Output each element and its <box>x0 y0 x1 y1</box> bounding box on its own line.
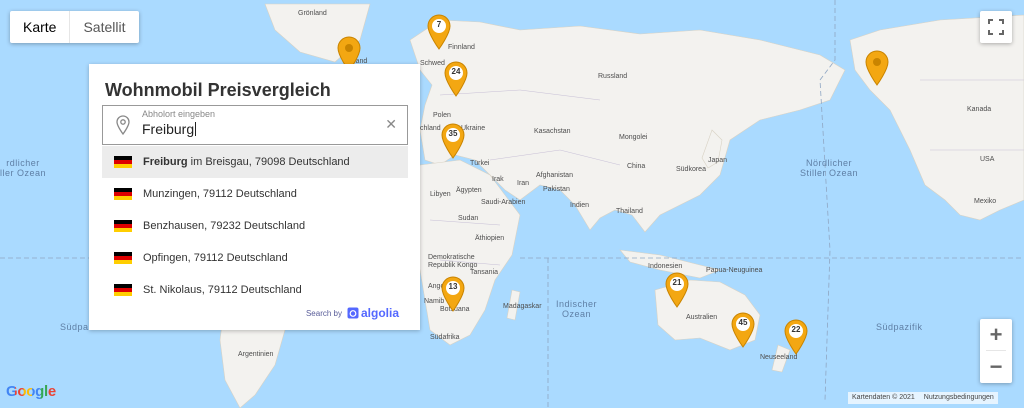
map-type-satellit-button[interactable]: Satellit <box>70 11 138 43</box>
marker-count: 45 <box>738 318 748 327</box>
ocean-label: Südpazifik <box>876 322 923 332</box>
map-label: Äthiopien <box>475 235 505 242</box>
map-label: Indonesien <box>648 263 683 270</box>
map-type-control: Karte Satellit <box>10 11 139 43</box>
suggestion-rest: im Breisgau, 79098 Deutschland <box>187 156 350 168</box>
search-by-label: Search by <box>305 308 342 318</box>
suggestion-text: St. Nikolaus, 79112 Deutschland <box>143 284 302 296</box>
map-label: Finnland <box>448 44 475 51</box>
suggestion-text: Freiburg im Breisgau, 79098 Deutschland <box>143 156 350 168</box>
algolia-brand: algolia <box>360 306 399 320</box>
fullscreen-icon <box>988 19 1004 35</box>
clear-search-icon[interactable]: ✕ <box>385 116 397 133</box>
map-label: Mexiko <box>974 198 997 205</box>
map-label: Kasachstan <box>534 128 571 135</box>
map-label: Pakistan <box>543 186 570 193</box>
map-label: Mongolei <box>619 134 648 141</box>
search-input-label: Abholort eingeben <box>142 109 216 119</box>
map-label: Thailand <box>616 208 643 215</box>
german-flag-icon <box>114 156 132 168</box>
map-marker[interactable]: 45 <box>730 312 756 348</box>
map-marker[interactable]: 35 <box>440 123 466 159</box>
map-label: Grönland <box>298 10 327 17</box>
panel-title: Wohnmobil Preisvergleich <box>105 80 331 100</box>
terms-link[interactable]: Nutzungsbedingungen <box>924 392 994 404</box>
map-label: Papua-Neuguinea <box>706 267 763 274</box>
map-label: Japan <box>708 157 728 164</box>
map-marker[interactable]: 21 <box>664 272 690 308</box>
map-label: Madagaskar <box>503 303 542 310</box>
map-label: Tansania <box>470 269 499 276</box>
location-search-input[interactable]: Abholort eingeben Freiburg ✕ <box>102 105 408 145</box>
map-label: Australien <box>686 314 718 321</box>
suggestion-item[interactable]: Opfingen, 79112 Deutschland <box>102 242 408 274</box>
fullscreen-button[interactable] <box>980 11 1012 43</box>
map-label: China <box>627 163 646 170</box>
ocean-label: Indischer Ozean <box>556 299 598 319</box>
suggestion-item[interactable]: Benzhausen, 79232 Deutschland <box>102 210 408 242</box>
suggestion-item[interactable]: Munzingen, 79112 Deutschland <box>102 178 408 210</box>
map-frame: Grönland Finnland Schwed Russland Polen … <box>0 0 1024 408</box>
map-label: Südkorea <box>676 166 706 173</box>
german-flag-icon <box>114 252 132 264</box>
map-marker[interactable]: 22 <box>783 319 809 355</box>
map-label: Afghanistan <box>536 172 573 179</box>
minus-icon: − <box>989 354 1003 379</box>
google-logo[interactable]: Google <box>6 383 56 400</box>
map-label: Republik Kongo <box>428 262 478 269</box>
ocean-label: Nördlicher Stiller Ozean <box>800 158 859 178</box>
german-flag-icon <box>114 284 132 296</box>
suggestion-text: Benzhausen, 79232 Deutschland <box>143 220 306 232</box>
marker-count: 21 <box>672 278 682 287</box>
map-marker[interactable]: 7 <box>426 14 452 50</box>
search-by-algolia[interactable]: Search by algolia <box>306 306 399 320</box>
suggestion-text: Munzingen, 79112 Deutschland <box>143 188 297 200</box>
map-label: Argentinien <box>238 351 274 358</box>
map-marker[interactable]: 24 <box>443 61 469 97</box>
map-label: Kanada <box>967 106 992 113</box>
suggestion-item[interactable]: Freiburg im Breisgau, 79098 Deutschland <box>102 146 408 178</box>
map-label: Sudan <box>458 215 479 222</box>
zoom-out-button[interactable]: − <box>980 351 1012 382</box>
map-label: Türkei <box>470 160 490 167</box>
map-label: Iran <box>517 180 530 187</box>
map-label: Südafrika <box>430 334 460 341</box>
marker-count: 13 <box>448 282 458 291</box>
google-logo-text: Google <box>6 383 56 400</box>
suggestion-item[interactable]: St. Nikolaus, 79112 Deutschland <box>102 274 408 306</box>
map-label: Polen <box>433 112 451 119</box>
map-label: Neuseeland <box>760 354 798 361</box>
plus-icon: + <box>989 322 1003 347</box>
map-label: Irak <box>492 176 504 183</box>
map-marker[interactable]: 13 <box>440 276 466 312</box>
zoom-control: + − <box>980 319 1012 383</box>
map-data-credit[interactable]: Kartendaten © 2021 <box>852 392 915 404</box>
ocean-label: rdlicher ller Ozean <box>0 158 47 178</box>
german-flag-icon <box>114 220 132 232</box>
map-label: Indien <box>570 202 590 209</box>
map-label: Ägypten <box>456 187 482 194</box>
marker-count: 24 <box>451 67 461 76</box>
map-label: Schwed <box>420 60 445 67</box>
location-pin-icon <box>116 115 130 135</box>
map-footer: Kartendaten © 2021 Nutzungsbedingungen <box>848 392 998 404</box>
search-panel: Wohnmobil Preisvergleich Abholort eingeb… <box>89 64 420 330</box>
map-label: Russland <box>598 73 628 80</box>
map-label: chland <box>420 125 441 132</box>
zoom-in-button[interactable]: + <box>980 319 1012 350</box>
algolia-logo-icon <box>347 307 359 319</box>
map-label: Saudi-Arabien <box>481 199 526 206</box>
suggestion-text: Opfingen, 79112 Deutschland <box>143 252 288 264</box>
map-label: Libyen <box>430 191 451 198</box>
marker-count: 7 <box>436 20 442 29</box>
search-input-value: Freiburg <box>142 121 195 137</box>
marker-count: 35 <box>448 129 458 138</box>
marker-count: 22 <box>791 325 801 334</box>
map-marker[interactable] <box>864 50 890 86</box>
suggestion-match: Freiburg <box>143 156 188 168</box>
german-flag-icon <box>114 188 132 200</box>
map-type-karte-button[interactable]: Karte <box>10 11 71 43</box>
map-label: USA <box>980 156 995 163</box>
map-label: Demokratische <box>428 254 475 261</box>
